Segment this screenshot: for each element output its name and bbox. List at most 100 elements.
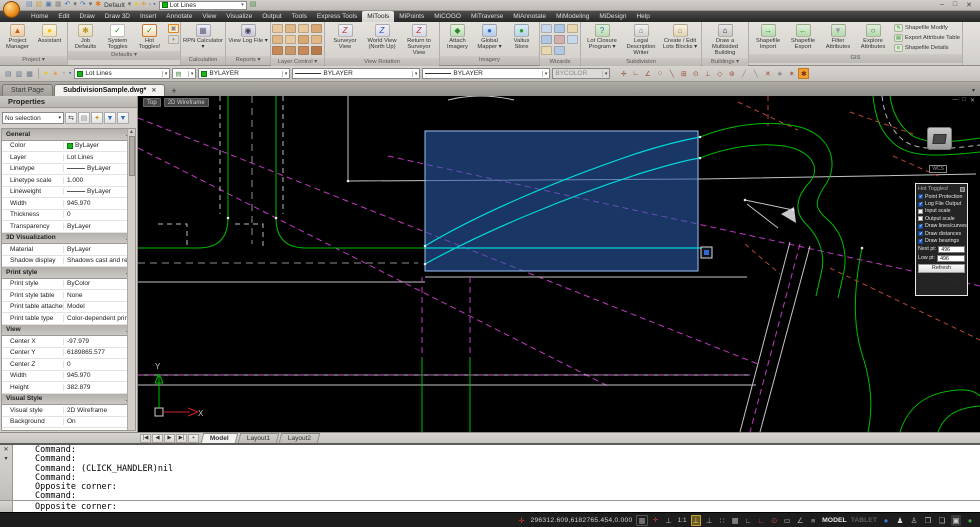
auto-annotation-icon[interactable]: ⊥ — [704, 515, 714, 526]
wizard-icon[interactable] — [541, 46, 552, 55]
menu-item[interactable]: Draw — [75, 11, 100, 22]
hot-toggle-row[interactable]: Point Protection — [918, 193, 965, 200]
view-cube[interactable] — [927, 127, 952, 150]
ribbon-button[interactable]: ⌂ Legal Description Writer — [622, 23, 660, 57]
ortho-icon[interactable]: ∟ — [743, 515, 753, 526]
workspace-dropdown-icon[interactable]: ▾ — [128, 0, 132, 10]
snap-settings-icon[interactable]: ✱ — [798, 68, 809, 79]
snap-endpoint-icon[interactable]: ∟ — [630, 68, 641, 79]
property-row[interactable]: Linetype ByLayer — [2, 164, 135, 176]
tab-drawing[interactable]: SubdivisionSample.dwg* ✕ — [54, 84, 165, 96]
snap-apparent-icon[interactable]: ✶ — [786, 68, 797, 79]
property-row[interactable]: General — [2, 129, 135, 141]
menu-item[interactable]: MiModeling — [551, 11, 594, 22]
visual-style-chip[interactable]: 2D Wireframe — [164, 98, 209, 107]
hot-toggle-row[interactable]: Draw distances — [918, 230, 965, 237]
ribbon-group-title[interactable]: Calculation — [181, 56, 225, 65]
new-layout-icon[interactable]: + — [188, 434, 199, 443]
plot-icon[interactable]: ▦ — [55, 0, 62, 10]
property-value[interactable]: -97.979 — [64, 338, 135, 345]
checkbox[interactable] — [918, 239, 923, 244]
undo-dropdown-icon[interactable]: ▾ — [73, 0, 77, 10]
workspace-name[interactable]: Default — [104, 2, 125, 9]
crosshair-icon[interactable]: ✛ — [516, 515, 526, 526]
property-row[interactable]: Transparency ByLayer — [2, 221, 135, 233]
property-value[interactable]: 945.970 — [64, 372, 135, 379]
layout-tab[interactable]: Layout1 — [238, 433, 280, 443]
view-direction-chip[interactable]: Top — [143, 98, 161, 107]
snap-angle-icon[interactable]: ∠ — [642, 68, 653, 79]
menu-item[interactable]: Home — [26, 11, 53, 22]
ribbon-button[interactable]: ✓ Hot Toggles! — [134, 23, 165, 50]
quick-calc-icon[interactable]: ✦ — [91, 112, 103, 124]
property-value[interactable]: ByLayer — [64, 223, 135, 230]
property-row[interactable]: Height 382.879 — [2, 382, 135, 394]
menu-item[interactable]: Tools — [287, 11, 312, 22]
ribbon-button[interactable]: ▤ Export Attribute Table — [894, 34, 960, 42]
layer-state-combo[interactable]: ▤ ▾ — [172, 68, 196, 79]
wizard-icon[interactable] — [541, 35, 552, 44]
property-row[interactable]: View — [2, 325, 135, 337]
property-value[interactable]: None — [64, 430, 135, 431]
tablet-toggle[interactable]: TABLET — [851, 517, 877, 524]
layer-combo-caret[interactable]: ▾ — [241, 2, 244, 8]
combo-caret-icon[interactable]: ▾ — [412, 71, 418, 77]
layer-combo[interactable]: Lot Lines ▾ — [159, 1, 247, 10]
first-tab-icon[interactable]: |◀ — [140, 434, 151, 443]
layer-control-icon[interactable] — [311, 24, 322, 33]
property-row[interactable]: Print style ByColor — [2, 279, 135, 291]
color-combo[interactable]: BYLAYER ▾ — [198, 68, 290, 79]
layer-freeze-icon[interactable]: ☀ — [51, 70, 59, 78]
snap-perpendicular-icon[interactable]: ⊥ — [702, 68, 713, 79]
dynamic-input-icon[interactable]: ≡ — [808, 515, 818, 526]
combo-caret-icon[interactable]: ▾ — [162, 71, 168, 77]
model-space-toggle[interactable]: MODEL — [822, 517, 847, 524]
undo-icon[interactable]: ↶ — [65, 0, 71, 10]
close-button[interactable]: ✕ — [966, 1, 972, 9]
properties-scrollbar[interactable]: ▲ — [127, 129, 135, 430]
property-row[interactable]: Background On — [2, 417, 135, 429]
ribbon-group-title[interactable]: Imagery — [440, 56, 539, 65]
ribbon-button[interactable]: ▲ Project Manager — [2, 23, 33, 50]
grip-point[interactable] — [701, 247, 712, 258]
layout-tab[interactable]: Model — [201, 433, 238, 443]
snap-extension-icon[interactable]: ╱ — [738, 68, 749, 79]
annotation-visibility-icon[interactable]: ⊥ — [691, 515, 702, 526]
clean-screen-icon[interactable]: ▣ — [951, 515, 961, 526]
cascade-icon[interactable]: ❏ — [937, 515, 947, 526]
layer-control-icon[interactable] — [272, 46, 283, 55]
layer-control-icon[interactable] — [298, 24, 309, 33]
ribbon-button[interactable]: ✎ Shapefile Modify — [894, 24, 960, 32]
hot-toggle-row[interactable]: Draw bearings — [918, 237, 965, 244]
ribbon-button[interactable]: ✱ Job Defaults — [70, 23, 101, 50]
layer-control-icon[interactable] — [285, 46, 296, 55]
prev-tab-icon[interactable]: ◀ — [152, 434, 163, 443]
ribbon-button[interactable]: ⌂ Create / Edit Lots Blocks ▾ — [661, 23, 699, 50]
combo-caret-icon[interactable]: ▾ — [282, 71, 288, 77]
wizard-icon[interactable] — [567, 35, 578, 44]
wcs-tag[interactable]: WCS — [929, 165, 947, 173]
property-row[interactable]: 3D Visualization — [2, 233, 135, 245]
menu-item[interactable]: Annotate — [161, 11, 197, 22]
layer-control-icon[interactable] — [298, 46, 309, 55]
layer-manager-icon[interactable]: ▤ — [250, 0, 257, 10]
ribbon-group-title[interactable]: Defaults ▾ — [68, 51, 180, 60]
redo-icon[interactable]: ↷ — [80, 0, 86, 10]
image-toggle-icon[interactable]: ▣ — [168, 24, 179, 33]
ribbon-button[interactable]: ▼ Filter Attributes — [821, 23, 855, 50]
quad-icon[interactable]: ● — [881, 515, 891, 526]
panel-button[interactable] — [960, 187, 965, 192]
property-row[interactable]: Center Z 0 — [2, 359, 135, 371]
user-icon[interactable]: ♙ — [909, 515, 919, 526]
misc-toggle-icon[interactable]: ♦ — [168, 35, 179, 44]
save-icon[interactable]: ▣ — [45, 0, 52, 10]
layer-control-icon[interactable] — [311, 46, 322, 55]
layer-control-icon[interactable] — [311, 35, 322, 44]
viewport-minimize-icon[interactable]: — — [952, 97, 958, 104]
ribbon-button[interactable]: ✓ System Toggles — [102, 23, 133, 50]
snap-parallel-icon[interactable]: ╲ — [750, 68, 761, 79]
layer-control-icon[interactable] — [272, 35, 283, 44]
snap-node-icon[interactable]: ⊙ — [690, 68, 701, 79]
menu-item[interactable]: MiAnnotate — [508, 11, 551, 22]
ribbon-button[interactable]: ◆ Attach Imagery — [442, 23, 473, 50]
